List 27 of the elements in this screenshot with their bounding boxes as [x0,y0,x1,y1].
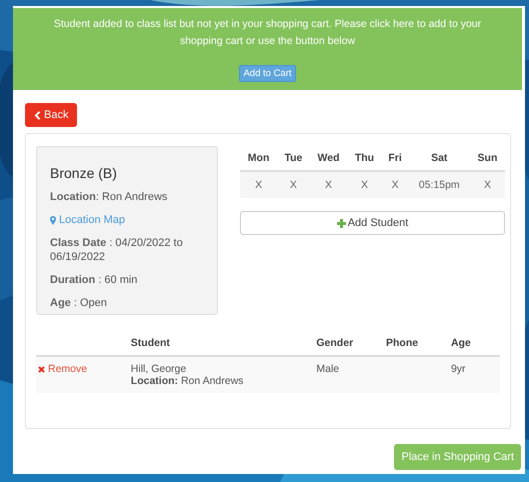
alert-message: Student added to class list but not yet in your shopping cart. Please click here to add to your shopping cart or use the button below [52,17,482,49]
plus-icon [336,218,346,228]
student-location: Location: Ron Andrews [130,375,244,387]
schedule-cell: X [382,171,409,198]
back-button[interactable]: Back [25,103,78,127]
schedule-cell: X [347,171,382,198]
class-detail: Location: Ron Andrews [50,190,168,204]
class-title: Bronze (B) [50,165,118,181]
schedule-cell: X [470,171,505,198]
class-detail: Class Date : 04/20/2022 to 06/19/2022 [50,236,184,264]
class-detail: Duration : 60 min [50,273,138,287]
table-cell: Male [316,363,340,375]
student-name: Hill, George [130,363,188,375]
schedule-cell: 05:15pm [408,171,470,198]
location-map-link[interactable]: Location Map [59,213,126,227]
add-student-button[interactable]: Add Student [240,211,505,235]
map-pin-icon [50,216,56,224]
schedule-cell: X [310,171,348,198]
schedule-cell: X [277,171,310,198]
class-detail: Age : Open [50,296,108,310]
table-cell: 9yr [450,363,466,375]
remove-link[interactable]: Remove [38,363,88,375]
add-to-cart-button[interactable]: Add to Cart [239,65,296,82]
place-in-cart-button[interactable]: Place in Shopping Cart [394,444,521,470]
chevron-left-icon [34,110,41,120]
schedule-cell: X [240,171,278,198]
close-icon [38,366,45,372]
